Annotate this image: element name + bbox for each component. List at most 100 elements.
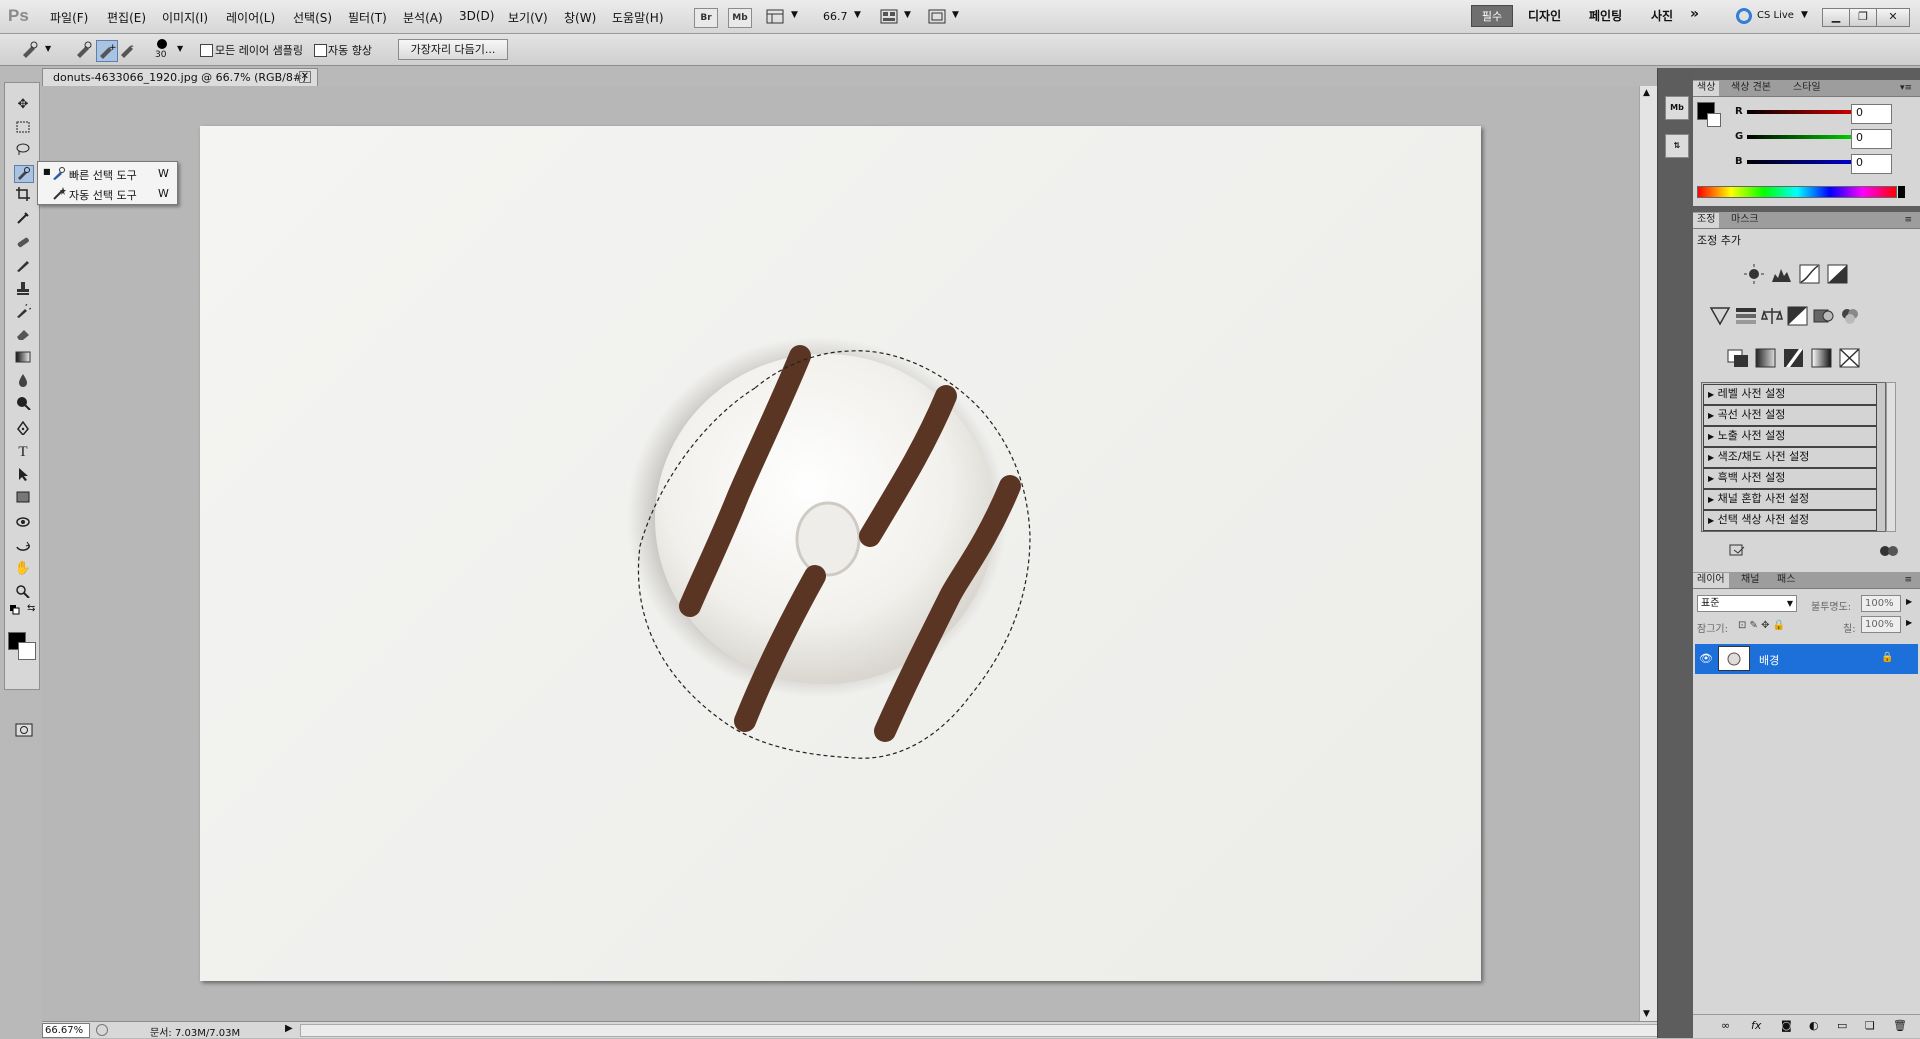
input-r[interactable]: 0 (1851, 104, 1892, 124)
color-ramp-black[interactable] (1898, 186, 1905, 198)
type-tool-icon[interactable]: T (14, 444, 32, 460)
status-menu-arrow-icon[interactable]: ▶ (285, 1023, 293, 1034)
subtract-from-selection-brush-icon[interactable]: - (118, 40, 138, 60)
opacity-input[interactable]: 100% (1861, 595, 1901, 612)
channel-mixer-icon[interactable] (1839, 306, 1861, 326)
tab-masks[interactable]: 마스크 (1727, 213, 1763, 228)
preset-hue-saturation[interactable]: ▶ 색조/채도 사전 설정 (1703, 447, 1877, 468)
threshold-icon[interactable] (1783, 348, 1805, 368)
zoom-field[interactable]: 66.67% (42, 1023, 90, 1038)
adjust-panel-menu-icon[interactable]: ≡ (1900, 213, 1916, 228)
tool-preset-dropdown-icon[interactable]: ▼ (45, 44, 51, 53)
preset-scrollbar[interactable] (1886, 382, 1896, 532)
tab-adjustments[interactable]: 조정 (1693, 213, 1720, 228)
new-adjustment-layer-icon[interactable]: ◐ (1809, 1019, 1819, 1032)
document-tab[interactable]: donuts-4633066_1920.jpg @ 66.7% (RGB/8#)… (42, 68, 318, 86)
brush-tip-icon[interactable] (157, 39, 167, 49)
menu-filter[interactable]: 필터(T) (348, 9, 387, 26)
quick-selection-tool-icon[interactable] (14, 165, 34, 183)
background-color-swatch[interactable] (18, 642, 36, 660)
flyout-magic-wand[interactable]: 자동 선택 도구 W (38, 184, 177, 203)
blur-tool-icon[interactable] (14, 373, 32, 389)
new-group-icon[interactable]: ▭ (1837, 1019, 1847, 1032)
layer-visibility-eye-icon[interactable]: 👁 (1699, 652, 1713, 665)
lock-icons[interactable]: ⊡ ✎ ✥ 🔒 (1738, 620, 1808, 632)
color-balance-icon[interactable] (1761, 306, 1783, 326)
tab-channels[interactable]: 채널 (1737, 573, 1763, 588)
3d-orbit-tool-icon[interactable] (14, 538, 32, 554)
sample-all-layers-checkbox[interactable] (200, 44, 213, 57)
invert-icon[interactable] (1727, 348, 1749, 368)
workspace-essentials[interactable]: 필수 (1471, 5, 1513, 27)
cs-live-button[interactable]: CS Live (1757, 10, 1794, 21)
panel-menu-icon[interactable]: ▾≡ (1896, 81, 1916, 96)
zoom-tool-icon[interactable] (14, 584, 32, 600)
menu-image[interactable]: 이미지(I) (162, 9, 208, 26)
refine-edge-button[interactable]: 가장자리 다듬기... (398, 39, 508, 60)
new-layer-icon[interactable]: ❏ (1865, 1019, 1875, 1032)
tab-styles[interactable]: 스타일 (1789, 81, 1825, 96)
dodge-tool-icon[interactable] (14, 396, 32, 412)
brush-dropdown-icon[interactable]: ▼ (177, 44, 183, 53)
zoom-level[interactable]: 66.7 (823, 10, 848, 23)
3d-rotate-tool-icon[interactable] (14, 515, 32, 531)
horizontal-scrollbar[interactable] (300, 1024, 1675, 1037)
hand-tool-icon[interactable]: ✋ (14, 561, 32, 577)
swap-colors-icon[interactable]: ⇆ (27, 603, 39, 615)
adjust-clip-icon[interactable] (1729, 544, 1747, 558)
marquee-tool-icon[interactable] (14, 120, 32, 136)
layer-row[interactable]: 👁 배경 🔒 (1695, 644, 1918, 674)
input-g[interactable]: 0 (1851, 129, 1892, 149)
selective-color-icon[interactable] (1839, 348, 1861, 368)
brush-tool-icon[interactable] (14, 258, 32, 274)
add-to-selection-brush-icon[interactable]: + (96, 40, 118, 62)
layer-style-icon[interactable]: fx (1751, 1019, 1761, 1032)
crop-tool-icon[interactable] (14, 187, 32, 203)
close-document-icon[interactable]: ✕ (298, 71, 311, 83)
status-info-icon[interactable] (96, 1024, 108, 1036)
history-brush-tool-icon[interactable] (14, 302, 33, 320)
workspace-design[interactable]: 디자인 (1528, 7, 1561, 24)
layers-panel-menu-icon[interactable]: ≡ (1900, 573, 1916, 588)
more-workspaces-icon[interactable]: » (1690, 6, 1699, 22)
path-selection-tool-icon[interactable] (14, 467, 32, 483)
link-layers-icon[interactable]: ∞ (1721, 1019, 1730, 1032)
image-canvas[interactable] (200, 126, 1481, 981)
levels-icon[interactable] (1771, 264, 1793, 284)
menu-help[interactable]: 도움말(H) (612, 9, 664, 26)
tab-color[interactable]: 색상 (1693, 81, 1720, 96)
eyedropper-tool-icon[interactable] (14, 210, 32, 226)
quick-mask-icon[interactable] (15, 723, 33, 737)
preset-curves[interactable]: ▶ 곡선 사전 설정 (1703, 405, 1877, 426)
auto-enhance-checkbox[interactable] (314, 44, 327, 57)
photo-filter-icon[interactable] (1813, 306, 1835, 326)
pen-tool-icon[interactable] (14, 420, 32, 437)
tab-swatches[interactable]: 색상 견본 (1727, 81, 1775, 96)
adjust-view-icon[interactable] (1879, 544, 1899, 558)
cs-live-dropdown-icon[interactable]: ▼ (1801, 10, 1808, 20)
default-colors-icon[interactable] (10, 605, 20, 615)
black-white-icon[interactable] (1787, 306, 1809, 326)
add-mask-icon[interactable]: ◙ (1781, 1019, 1792, 1032)
vibrance-icon[interactable] (1709, 306, 1731, 326)
posterize-icon[interactable] (1755, 348, 1777, 368)
restore-button[interactable]: ❐ (1849, 8, 1877, 27)
color-ramp[interactable] (1697, 186, 1897, 198)
history-panel-icon[interactable]: ⇅ (1665, 134, 1689, 158)
exposure-icon[interactable] (1827, 264, 1849, 284)
tab-layers[interactable]: 레이어 (1693, 573, 1729, 588)
color-bg-swatch[interactable] (1707, 113, 1721, 127)
new-selection-brush-icon[interactable] (74, 40, 94, 60)
mini-bridge-panel-icon[interactable]: Mb (1665, 96, 1689, 120)
menu-layer[interactable]: 레이어(L) (226, 9, 275, 26)
menu-select[interactable]: 선택(S) (293, 9, 332, 26)
vertical-scrollbar[interactable]: ▲ ▼ (1639, 86, 1657, 1021)
preset-levels[interactable]: ▶ 레벨 사전 설정 (1703, 384, 1877, 405)
eraser-tool-icon[interactable] (14, 327, 32, 343)
gradient-map-icon[interactable] (1811, 348, 1833, 368)
gradient-tool-icon[interactable] (14, 350, 32, 366)
screen-mode-icon[interactable] (928, 8, 948, 25)
view-extras-icon[interactable] (766, 8, 786, 25)
flyout-quick-selection[interactable]: ■ 빠른 선택 도구 W (38, 164, 177, 183)
bridge-button[interactable]: Br (694, 8, 718, 28)
